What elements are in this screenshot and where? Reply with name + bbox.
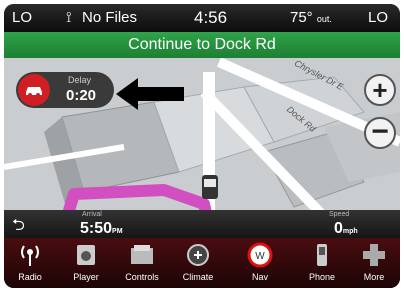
dock-more-button[interactable]: More xyxy=(348,238,400,288)
dock-radio-button[interactable]: Radio xyxy=(4,238,56,288)
app-dock: Radio Player Controls Climate W Nav Phon… xyxy=(4,238,400,288)
nav-map[interactable]: Continue to Dock Rd Delay 0:20 + − Chrys… xyxy=(4,32,400,227)
temp-value: 75° xyxy=(290,9,313,26)
outside-temp: 75° out. xyxy=(290,9,332,26)
nav-icon: W xyxy=(247,242,273,268)
player-icon xyxy=(77,245,95,265)
media-source: No Files xyxy=(82,9,138,26)
left-seat-status[interactable]: LO xyxy=(12,9,32,26)
temp-unit: out. xyxy=(316,14,332,24)
trip-info-bar: ⮌ Arrival 5:50PM Speed 0mph xyxy=(4,210,400,238)
climate-icon xyxy=(187,244,209,266)
zoom-out-button[interactable]: − xyxy=(364,117,396,149)
dock-label: Climate xyxy=(182,272,214,282)
back-arrow-icon[interactable]: ⮌ xyxy=(12,214,25,241)
dock-label: Player xyxy=(73,272,99,282)
speed-unit: mph xyxy=(342,228,358,235)
dock-label: Nav xyxy=(251,272,268,282)
dock-label: More xyxy=(363,272,385,282)
svg-text:W: W xyxy=(255,251,265,262)
right-seat-status[interactable]: LO xyxy=(368,9,388,26)
traffic-delay-badge[interactable]: Delay 0:20 xyxy=(16,72,114,108)
head-unit-screen: LO ⟟ No Files 4:56 75° out. LO Continue … xyxy=(4,4,400,288)
speed-readout: 0mph xyxy=(334,220,358,238)
traffic-car-icon xyxy=(18,74,50,106)
arrival-label: Arrival xyxy=(82,211,102,218)
dock-climate-button[interactable]: Climate xyxy=(172,238,224,288)
speed-label: Speed xyxy=(329,211,350,218)
phone-icon xyxy=(317,244,327,266)
dock-nav-button[interactable]: W Nav xyxy=(234,238,286,288)
more-icon xyxy=(363,244,385,266)
arrival-time: 5:50PM xyxy=(80,220,123,238)
pointer-arrow-icon xyxy=(116,78,184,110)
clock: 4:56 xyxy=(194,8,228,27)
arrival-value: 5:50 xyxy=(80,220,113,237)
dock-label: Phone xyxy=(308,272,336,282)
dock-label: Radio xyxy=(18,272,42,282)
dock-controls-button[interactable]: Controls xyxy=(116,238,168,288)
controls-icon xyxy=(131,245,153,264)
dock-label: Controls xyxy=(125,272,159,282)
zoom-in-button[interactable]: + xyxy=(364,74,396,106)
dock-player-button[interactable]: Player xyxy=(60,238,112,288)
arrival-suffix: PM xyxy=(112,228,123,235)
map-graphics xyxy=(4,32,400,227)
status-bar: LO ⟟ No Files 4:56 75° out. LO xyxy=(4,4,400,32)
delay-label: Delay xyxy=(68,75,92,85)
usb-icon: ⟟ xyxy=(66,9,72,26)
dock-phone-button[interactable]: Phone xyxy=(296,238,348,288)
turn-instruction-banner[interactable]: Continue to Dock Rd xyxy=(4,32,400,58)
speed-value: 0 xyxy=(334,220,343,237)
radio-icon xyxy=(21,245,39,266)
vehicle-marker xyxy=(202,175,218,199)
delay-value: 0:20 xyxy=(66,87,97,104)
